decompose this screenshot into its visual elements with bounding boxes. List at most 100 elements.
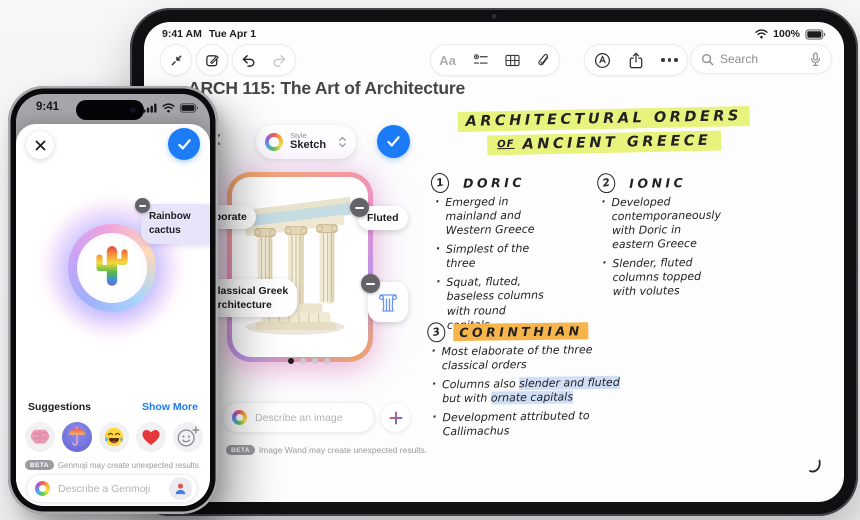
- ipad-device: 9:41 AM Tue Apr 1 100% Aa Search ARCH 11…: [130, 8, 858, 516]
- battery-percent: 100%: [773, 28, 800, 40]
- describe-image-field[interactable]: [222, 402, 375, 433]
- umbrella-icon: [68, 426, 86, 446]
- ipad-clock: 9:41 AM: [162, 28, 202, 40]
- beta-text: Image Wand may create unexpected results…: [258, 445, 428, 455]
- format-tools-group: Aa: [430, 44, 560, 76]
- wifi-icon: [755, 29, 768, 39]
- notes-heading: ARCHITECTURAL ORDERS OF ANCIENT GREECE: [444, 105, 765, 157]
- doric-bullet: Emerged in mainland and Western Greece: [445, 194, 594, 238]
- section-doric: 1 DORIC Emerged in mainland and Western G…: [429, 171, 595, 338]
- undo-button[interactable]: [240, 53, 257, 68]
- ipad-status-bar: 9:41 AM Tue Apr 1 100%: [162, 27, 826, 41]
- front-camera-lens: [130, 107, 136, 113]
- show-more-link[interactable]: Show More: [142, 401, 198, 413]
- genmoji-sheet: Rainbow cactus Suggestions Show More BET…: [16, 124, 210, 506]
- suggestions-label: Suggestions: [28, 401, 92, 413]
- new-genmoji-icon: [177, 426, 200, 447]
- checkmark-icon: [387, 136, 400, 147]
- greek-column-image: [232, 177, 358, 347]
- remove-tag-rainbow-cactus-button[interactable]: [135, 198, 150, 213]
- genmoji-close-button[interactable]: [26, 131, 54, 159]
- iphone-screen: 9:41 Rainbow cactus Suggestions Show Mor…: [16, 94, 210, 506]
- iphone-clock: 9:41: [36, 101, 60, 113]
- suggestion-heart-emoji[interactable]: [136, 422, 166, 452]
- genmoji-accept-button[interactable]: [168, 128, 200, 160]
- battery-icon: [805, 28, 826, 40]
- cellular-icon: [143, 103, 157, 113]
- image-wand-beta-note: BETA Image Wand may create unexpected re…: [226, 445, 427, 455]
- suggestion-joy-emoji[interactable]: [99, 422, 129, 452]
- search-placeholder: Search: [720, 52, 759, 66]
- corinthian-number: 3: [425, 320, 448, 344]
- genmoji-icon: [35, 481, 50, 496]
- more-options-button[interactable]: [661, 58, 678, 62]
- corinthian-bullet: Development attributed to Callimachus: [442, 407, 778, 440]
- marketing-canvas: 9:41 AM Tue Apr 1 100% Aa Search ARCH 11…: [0, 0, 860, 520]
- iphone-device: 9:41 Rainbow cactus Suggestions Show Mor…: [8, 86, 218, 514]
- ipad-front-camera: [491, 14, 497, 19]
- undo-redo-group: [232, 44, 296, 76]
- corinthian-bullet: Columns also slender and flutedbut with …: [442, 374, 778, 407]
- doric-title: DORIC: [462, 174, 526, 191]
- doric-bullet: Simplest of the three: [446, 241, 594, 271]
- remove-sketch-reference-button[interactable]: [361, 274, 380, 293]
- close-icon: [35, 140, 45, 150]
- image-page-control[interactable]: [288, 358, 330, 364]
- attachment-button[interactable]: [537, 53, 551, 68]
- pen-flourish: [809, 459, 821, 473]
- doric-number: 1: [429, 171, 451, 195]
- redo-button[interactable]: [271, 53, 288, 68]
- compose-icon: [205, 54, 219, 66]
- ionic-bullet: Developed contemporaneously with Doric i…: [611, 194, 784, 253]
- brain-icon: [30, 429, 50, 444]
- suggestion-brain-emoji[interactable]: [25, 422, 55, 452]
- describe-image-input[interactable]: [253, 410, 365, 425]
- beta-badge: BETA: [226, 445, 255, 455]
- describe-genmoji-field[interactable]: [26, 474, 198, 503]
- share-button[interactable]: [629, 52, 643, 69]
- checkmark-icon: [177, 138, 191, 150]
- checklist-button[interactable]: [473, 53, 489, 67]
- section-ionic: 2 IONIC Developed contemporaneously with …: [595, 171, 785, 305]
- suggestion-umbrella-genmoji[interactable]: [62, 422, 92, 452]
- markup-pen-button[interactable]: [594, 52, 611, 69]
- dictation-mic-icon[interactable]: [810, 51, 821, 67]
- rainbow-cactus-genmoji: [96, 246, 128, 286]
- table-button[interactable]: [505, 54, 520, 67]
- beta-text: Genmoji may create unexpected results.: [57, 460, 201, 470]
- plus-icon: [389, 411, 402, 424]
- battery-icon: [179, 103, 198, 113]
- search-icon: [701, 53, 714, 65]
- tag-rainbow-cactus[interactable]: Rainbow cactus: [141, 204, 210, 244]
- note-title: ARCH 115: The Art of Architecture: [188, 78, 466, 98]
- new-genmoji-button[interactable]: [173, 422, 203, 452]
- person-icon: [175, 483, 186, 495]
- search-field[interactable]: Search: [690, 44, 832, 74]
- markup-tools-group: [584, 44, 688, 76]
- ionic-title: IONIC: [629, 174, 687, 191]
- style-value: Sketch: [290, 139, 327, 152]
- collapse-icon: [171, 55, 181, 65]
- laughing-face-icon: [104, 427, 124, 447]
- ionic-number: 2: [595, 171, 617, 195]
- genmoji-beta-note: BETA Genmoji may create unexpected resul…: [25, 460, 201, 470]
- compose-note-button[interactable]: [196, 44, 228, 76]
- collapse-note-button[interactable]: [160, 44, 192, 76]
- generated-image-card[interactable]: [227, 172, 373, 362]
- wifi-icon: [162, 103, 175, 113]
- heading-line1: ARCHITECTURAL ORDERS: [457, 105, 751, 133]
- person-genmoji-button[interactable]: [169, 477, 192, 500]
- beta-badge: BETA: [25, 460, 54, 470]
- ipad-date: Tue Apr 1: [208, 28, 257, 40]
- heading-line2: OF ANCIENT GREECE: [486, 130, 722, 156]
- add-image-source-button[interactable]: [381, 403, 410, 432]
- style-selector[interactable]: Style Sketch: [256, 125, 356, 159]
- dynamic-island: [76, 100, 144, 120]
- describe-genmoji-input[interactable]: [56, 481, 163, 496]
- text-format-button[interactable]: Aa: [439, 53, 456, 68]
- iphone-status-bar: 9:41: [16, 98, 210, 120]
- remove-tag-fluted-button[interactable]: [350, 198, 369, 217]
- accept-image-button[interactable]: [377, 125, 410, 158]
- ionic-bullet: Slender, fluted columns topped with volu…: [612, 255, 785, 300]
- corinthian-title: CORINTHIAN: [453, 321, 589, 341]
